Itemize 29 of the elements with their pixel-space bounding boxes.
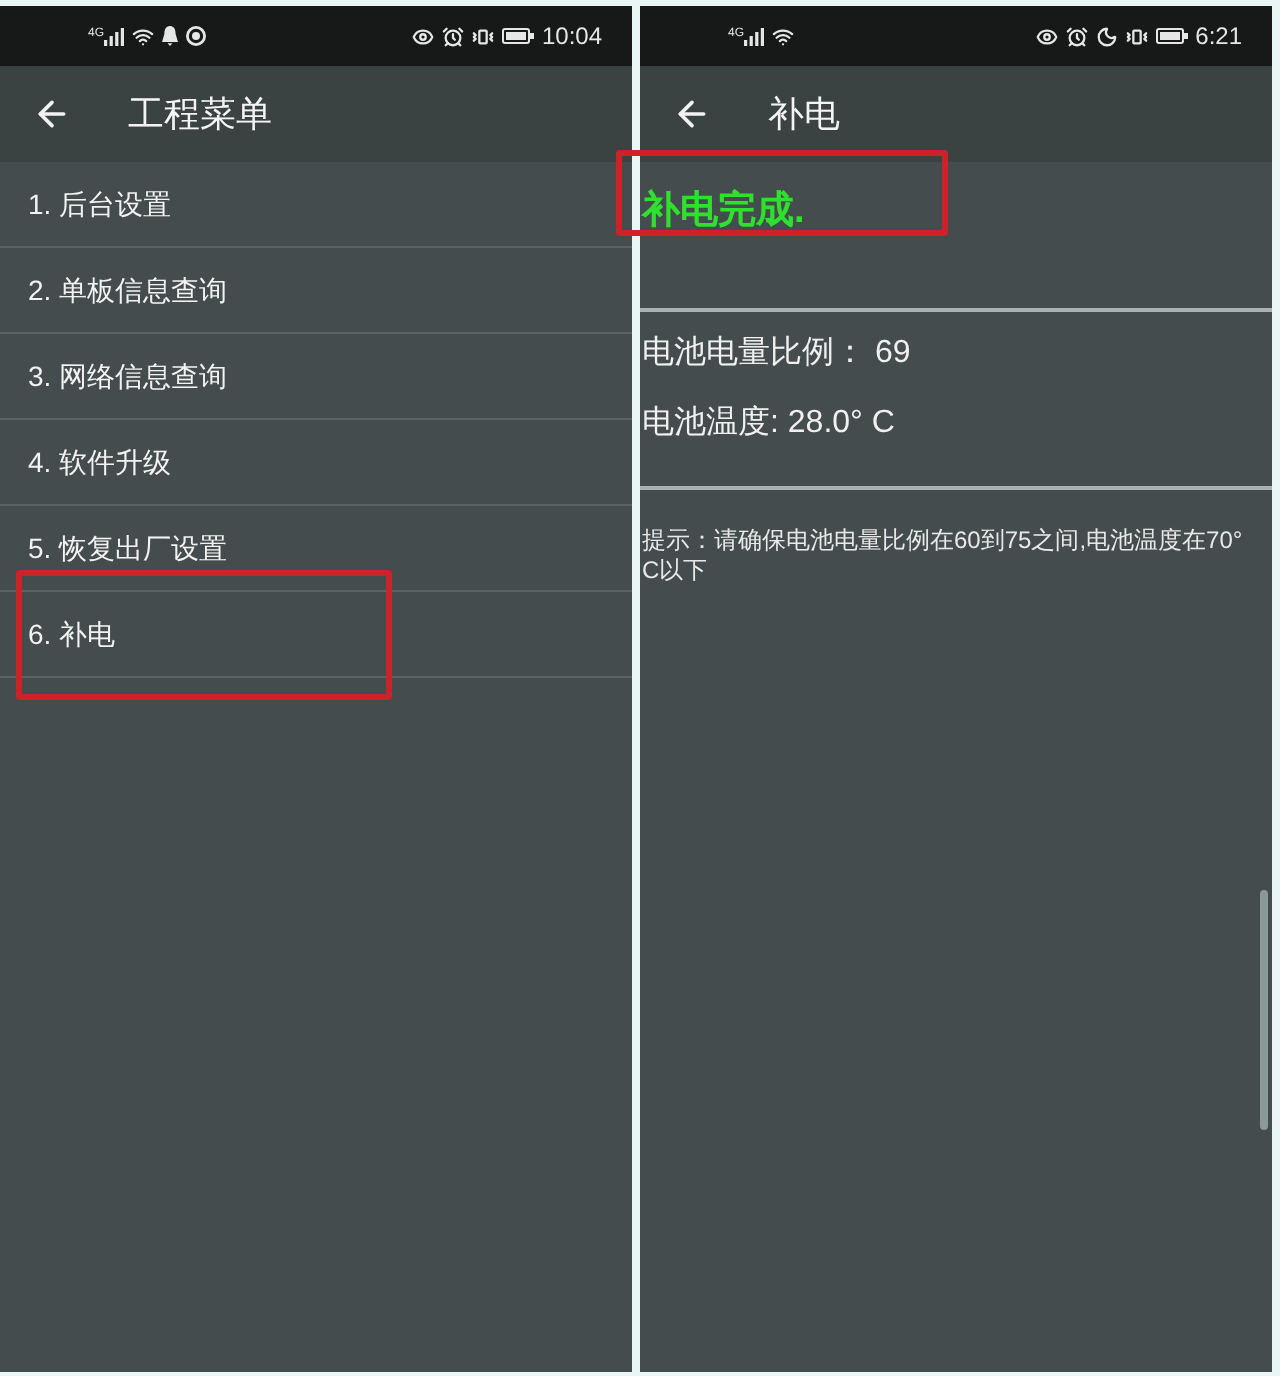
clock-time: 6:21 xyxy=(1195,22,1242,50)
signal-icon xyxy=(744,27,765,45)
battery-reading: 电池温度: 28.0° C xyxy=(642,403,897,444)
vibrate-icon xyxy=(471,25,494,47)
menu-item[interactable]: 1. 后台设置 xyxy=(0,162,632,246)
menu-item[interactable]: 4. 软件升级 xyxy=(0,420,632,504)
scrollbar-thumb[interactable] xyxy=(1260,890,1268,1130)
screen-title: 补电 xyxy=(768,92,840,136)
clock-time: 10:04 xyxy=(541,22,602,50)
menu-item[interactable]: 2. 单板信息查询 xyxy=(0,248,632,332)
battery-icon xyxy=(501,28,534,44)
menu-item[interactable]: 5. 恢复出厂设置 xyxy=(0,506,632,590)
screen-title: 工程菜单 xyxy=(128,92,272,136)
wifi-icon xyxy=(132,25,155,47)
hint-text: 提示：请确保电池电量比例在60到75之间,电池温度在70°C以下 xyxy=(642,526,1245,586)
eye-icon xyxy=(1035,25,1058,47)
circle-icon xyxy=(186,26,207,46)
battery-icon xyxy=(1155,28,1188,44)
bell-icon xyxy=(162,26,179,46)
eye-icon xyxy=(411,25,434,47)
alarm-icon xyxy=(1065,25,1088,47)
alarm-icon xyxy=(441,25,464,47)
vibrate-icon xyxy=(1125,25,1148,47)
menu-item[interactable]: 3. 网络信息查询 xyxy=(0,334,632,418)
result-message: 补电完成. xyxy=(642,190,805,232)
battery-reading: 电池电量比例： 69 xyxy=(642,333,913,374)
menu-item[interactable]: 6. 补电 xyxy=(0,592,632,676)
signal-icon xyxy=(104,27,125,45)
wifi-icon xyxy=(772,25,795,47)
